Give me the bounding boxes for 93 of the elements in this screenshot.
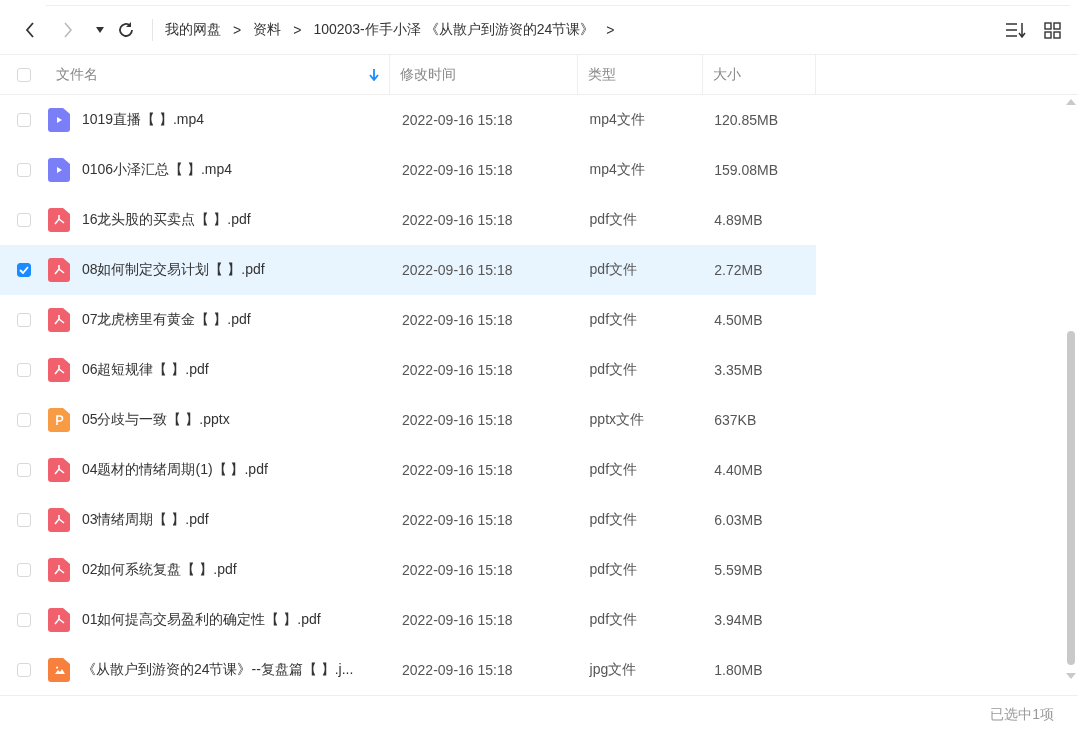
file-type: pdf文件 [588,511,639,529]
file-name: 《从散户到游资的24节课》--复盘篇【 】.j... [81,661,354,679]
modified-time: 2022-09-16 15:18 [401,562,514,578]
ppt-file-icon [47,408,70,432]
pdf-file-icon [47,358,70,382]
file-row[interactable]: 02如何系统复盘【 】.pdf 2022-09-16 15:18 pdf文件 5.59MB [0,545,816,595]
pdf-file-icon [47,258,70,282]
file-name: 05分歧与一致【 】.pptx [81,411,230,429]
file-name: 1019直播【 】.mp4 [81,111,205,129]
file-type: pdf文件 [588,261,639,279]
image-file-icon [47,658,70,682]
scroll-down-icon[interactable] [1066,673,1076,679]
column-header[interactable]: 类型 [588,65,616,84]
file-name: 08如何制定交易计划【 】.pdf [81,261,265,279]
pdf-file-icon [47,308,70,332]
file-size: 4.50MB [713,312,764,328]
file-name: 01如何提高交易盈利的确定性【 】.pdf [81,611,321,629]
sort-arrow-icon [369,68,379,81]
file-row[interactable]: 03情绪周期【 】.pdf 2022-09-16 15:18 pdf文件 6.03MB [0,495,816,545]
pdf-file-icon [47,558,70,582]
modified-time: 2022-09-16 15:18 [401,662,514,678]
breadcrumb-separator: > [233,22,242,38]
file-row[interactable]: 16龙头股的买卖点【 】.pdf 2022-09-16 15:18 pdf文件 4.89MB [0,195,816,245]
file-row[interactable]: 01如何提高交易盈利的确定性【 】.pdf 2022-09-16 15:18 pdf文件 3.94MB [0,595,816,645]
file-type: pdf文件 [588,461,639,479]
file-name: 03情绪周期【 】.pdf [81,511,209,529]
file-row[interactable]: 07龙虎榜里有黄金【 】.pdf 2022-09-16 15:18 pdf文件 4.50MB [0,295,816,345]
pdf-file-icon [47,608,70,632]
scrollbar-thumb[interactable] [1067,331,1075,665]
file-type: pdf文件 [588,211,639,229]
back-icon[interactable] [25,22,35,38]
pdf-file-icon [47,458,70,482]
pdf-file-icon [47,208,70,232]
select-all-checkbox[interactable] [17,67,31,82]
file-size: 3.35MB [713,362,764,378]
refresh-icon[interactable] [117,21,135,39]
file-size: 1.80MB [713,662,764,678]
modified-time: 2022-09-16 15:18 [401,112,514,128]
modified-time: 2022-09-16 15:18 [401,362,514,378]
file-row[interactable]: 05分歧与一致【 】.pptx 2022-09-16 15:18 pptx文件 637KB [0,395,816,445]
file-name: 07龙虎榜里有黄金【 】.pdf [81,311,251,329]
selection-status: 已选中1项 [990,706,1054,724]
modified-time: 2022-09-16 15:18 [401,262,514,278]
file-type: mp4文件 [588,111,646,129]
video-file-icon [47,108,70,132]
file-type: mp4文件 [588,161,646,179]
file-row[interactable]: 04题材的情绪周期(1)【 】.pdf 2022-09-16 15:18 pdf文件 4.40MB [0,445,816,495]
row-checkbox[interactable] [16,263,31,277]
column-header[interactable]: 大小 [713,65,741,84]
forward-icon[interactable] [63,22,73,38]
file-size: 5.59MB [713,562,764,578]
modified-time: 2022-09-16 15:18 [401,612,514,628]
file-size: 120.85MB [713,112,780,128]
file-type: jpg文件 [588,661,638,679]
file-type: pdf文件 [588,611,639,629]
file-size: 637KB [713,412,758,428]
modified-time: 2022-09-16 15:18 [401,162,514,178]
file-row[interactable]: 08如何制定交易计划【 】.pdf 2022-09-16 15:18 pdf文件 2.72MB [0,245,816,295]
column-header[interactable]: 文件名 [56,65,98,84]
file-size: 2.72MB [713,262,764,278]
scroll-up-icon[interactable] [1066,99,1076,105]
dropdown-caret-icon[interactable] [96,27,104,33]
file-row[interactable]: 《从散户到游资的24节课》--复盘篇【 】.j... 2022-09-16 15:18 jpg文件 1.80MB [0,645,816,695]
file-row[interactable]: 0106小泽汇总【 】.mp4 2022-09-16 15:18 mp4文件 159.08MB [0,145,816,195]
modified-time: 2022-09-16 15:18 [401,412,514,428]
modified-time: 2022-09-16 15:18 [401,212,514,228]
file-name: 04题材的情绪周期(1)【 】.pdf [81,461,268,479]
file-row[interactable]: 06超短规律【 】.pdf 2022-09-16 15:18 pdf文件 3.35MB [0,345,816,395]
modified-time: 2022-09-16 15:18 [401,512,514,528]
breadcrumb-separator: > [293,22,302,38]
video-file-icon [47,158,70,182]
file-type: pdf文件 [588,311,639,329]
file-name: 16龙头股的买卖点【 】.pdf [81,211,251,229]
breadcrumb-link[interactable]: 资料 [253,21,282,39]
breadcrumb-link[interactable]: 100203-作手小泽 《从散户到游资的24节课》 [313,21,595,39]
file-row[interactable]: 1019直播【 】.mp4 2022-09-16 15:18 mp4文件 120.85MB [0,95,816,145]
modified-time: 2022-09-16 15:18 [401,462,514,478]
breadcrumb-link[interactable]: 我的网盘 [165,21,221,39]
file-type: pdf文件 [588,561,639,579]
file-name: 0106小泽汇总【 】.mp4 [81,161,233,179]
column-header[interactable]: 修改时间 [400,65,456,84]
file-size: 3.94MB [713,612,764,628]
file-size: 4.89MB [713,212,764,228]
file-size: 4.40MB [713,462,764,478]
modified-time: 2022-09-16 15:18 [401,312,514,328]
breadcrumb-separator: > [606,22,615,38]
file-type: pdf文件 [588,361,639,379]
pdf-file-icon [47,508,70,532]
file-name: 06超短规律【 】.pdf [81,361,209,379]
file-size: 6.03MB [713,512,764,528]
file-name: 02如何系统复盘【 】.pdf [81,561,237,579]
file-size: 159.08MB [713,162,780,178]
file-type: pptx文件 [588,411,646,429]
